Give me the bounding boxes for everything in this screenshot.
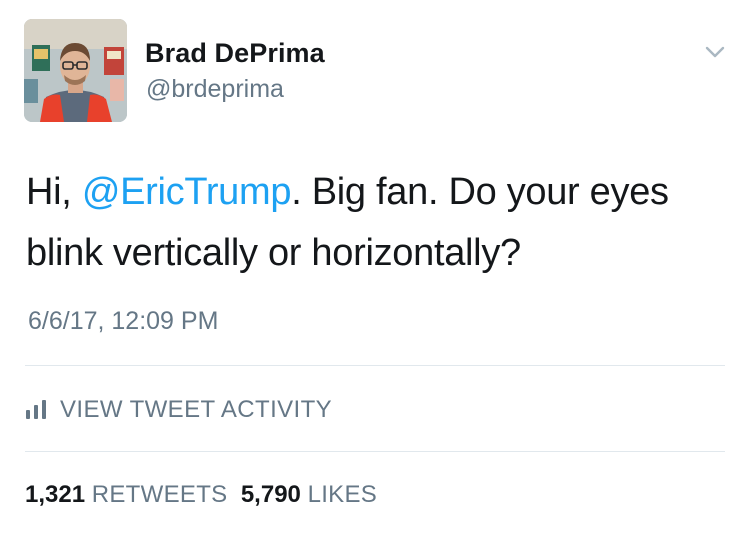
retweets-count: 1,321: [25, 481, 86, 508]
tweet-text: Hi, @EricTrump. Big fan. Do your eyes bl…: [26, 162, 726, 284]
avatar[interactable]: [24, 19, 127, 122]
likes-stat[interactable]: 5,790 LIKES: [241, 481, 377, 508]
tweet-text-before: Hi,: [26, 171, 82, 213]
likes-label: LIKES: [307, 481, 378, 508]
retweets-label: RETWEETS: [91, 481, 228, 508]
author-handle[interactable]: @brdeprima: [146, 75, 284, 104]
tweet-timestamp: 6/6/17, 12:09 PM: [28, 307, 219, 335]
tweet-stats: 1,321 RETWEETS 5,790 LIKES: [25, 481, 377, 509]
retweets-stat[interactable]: 1,321 RETWEETS: [25, 481, 227, 508]
avatar-photo: [24, 19, 127, 122]
chevron-down-icon[interactable]: [701, 42, 729, 62]
divider: [25, 365, 725, 366]
bar-chart-icon: [26, 400, 46, 419]
mention-link[interactable]: @EricTrump: [82, 171, 292, 213]
divider: [25, 451, 725, 452]
view-tweet-activity-label: VIEW TWEET ACTIVITY: [60, 396, 333, 423]
likes-count: 5,790: [240, 481, 301, 508]
author-display-name[interactable]: Brad DePrima: [145, 38, 325, 69]
view-tweet-activity-button[interactable]: VIEW TWEET ACTIVITY: [25, 393, 332, 427]
